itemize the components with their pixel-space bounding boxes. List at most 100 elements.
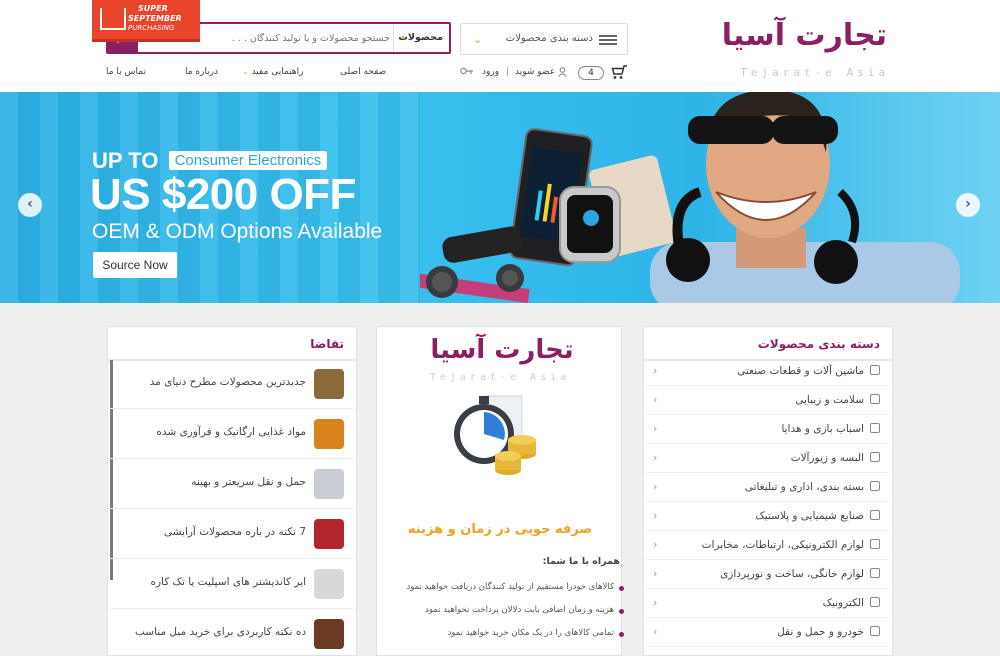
watch-thumbnail — [314, 369, 344, 399]
chevron-left-icon: ‹ — [653, 422, 658, 435]
nav-contact-link[interactable]: تماس با ما — [106, 67, 146, 77]
source-now-button[interactable]: Source Now — [93, 252, 177, 278]
category-select-label: دسته بندی محصولات — [505, 33, 593, 44]
banner-headline: US $200 OFF — [90, 170, 356, 219]
search-filter-dropdown[interactable]: محصولات ⌄ — [393, 24, 449, 52]
nav-guide-link[interactable]: راهنمایی مفید ⌄ — [242, 67, 304, 77]
chevron-down-icon: ⌄ — [473, 33, 483, 46]
van-thumbnail — [314, 469, 344, 499]
request-item[interactable]: جدیدترین محصولات مطرح دنیای مد — [110, 359, 354, 409]
category-item[interactable]: بسته بندی، اداری و تبلیغاتی ‹ — [645, 473, 890, 502]
request-label: مواد غذایی ارگانیک و فرآوری شده — [156, 426, 306, 438]
category-label: الکترونیک — [822, 597, 864, 609]
promo-headline: صرفه جویی در زمان و هزینه — [407, 522, 593, 537]
appliance-icon — [870, 568, 880, 578]
request-label: حمل و نقل سریعتر و بهینه — [191, 476, 306, 488]
cart-button[interactable]: 4 — [578, 64, 628, 82]
request-label: جدیدترین محصولات مطرح دنیای مد — [149, 376, 306, 388]
request-item[interactable]: مواد غذایی ارگانیک و فرآوری شده — [110, 409, 354, 459]
request-item[interactable]: حمل و نقل سریعتر و بهینه — [110, 459, 354, 509]
category-item[interactable]: خودرو و حمل و نقل ‹ — [645, 618, 890, 647]
package-icon — [870, 481, 880, 491]
divider: | — [506, 67, 510, 77]
category-label: لوازم خانگی، ساخت و نورپردازی — [720, 568, 864, 580]
key-icon — [460, 67, 474, 78]
category-item[interactable]: اسباب بازی و هدایا ‹ — [645, 415, 890, 444]
sofa-thumbnail — [314, 619, 344, 649]
category-item[interactable]: لوازم خانگی، ساخت و نورپردازی ‹ — [645, 560, 890, 589]
category-label: صنایع شیمیایی و پلاستیک — [755, 510, 864, 522]
promo-bullet: تمامی کالاهای را در یک مکان خرید خواهید … — [447, 628, 624, 638]
category-label: اسباب بازی و هدایا — [781, 423, 864, 435]
nav-about-link[interactable]: درباره ما — [185, 67, 218, 77]
request-item[interactable]: ده نکته کاربردی برای خرید مبل مناسب — [110, 609, 354, 656]
cart-count-badge: 4 — [578, 66, 604, 80]
banner-next-button[interactable]: › — [956, 193, 980, 217]
promo-subtitle: همراه با ما شما: — [542, 556, 620, 567]
request-item[interactable]: ایر کاندیشنر های اسپلیت یا تک کاره — [110, 559, 354, 609]
promo-badge: SUPER SEPTEMBER PURCHASING — [92, 0, 200, 42]
chevron-down-icon: ⌄ — [242, 67, 249, 76]
car-icon — [870, 626, 880, 636]
site-logo[interactable]: تجارت آسیا Tejarat-e Asia — [690, 18, 895, 84]
machinery-icon — [870, 365, 880, 375]
logo-text-en: Tejarat-e Asia — [740, 66, 889, 79]
banner-subline: OEM & ODM Options Available — [92, 220, 383, 243]
banner-category-pill: Consumer Electronics — [168, 151, 328, 170]
login-link[interactable]: ورود — [482, 67, 499, 77]
requests-title: تقاضا — [310, 337, 344, 351]
chevron-left-icon: ‹ — [653, 538, 658, 551]
promo-bullet: هزینه و زمان اضافی بابت دلالان پرداخت نخ… — [425, 605, 624, 615]
promo-logo-en: Tejarat-e Asia — [429, 372, 571, 383]
category-item[interactable]: لوازم الکترونیکی، ارتباطات، مخابرات ‹ — [645, 531, 890, 560]
monitor-icon — [870, 597, 880, 607]
category-label: لوازم الکترونیکی، ارتباطات، مخابرات — [701, 539, 864, 551]
user-icon — [558, 67, 567, 80]
menu-icon — [599, 35, 617, 45]
category-label: البسه و زیورآلات — [790, 452, 864, 464]
chevron-left-icon: ‹ — [653, 393, 658, 406]
banner-prev-button[interactable]: ‹ — [18, 193, 42, 217]
air-conditioner-thumbnail — [314, 569, 344, 599]
category-label: خودرو و حمل و نقل — [777, 626, 864, 638]
stopwatch-coins-illustration — [454, 395, 536, 475]
chevron-left-icon: ‹ — [653, 625, 658, 638]
heart-icon — [870, 539, 880, 549]
flask-icon — [870, 452, 880, 462]
chemical-icon — [870, 510, 880, 520]
badge-line3: PURCHASING — [128, 24, 175, 32]
chevron-left-icon: ‹ — [653, 451, 658, 464]
category-item[interactable]: البسه و زیورآلات ‹ — [645, 444, 890, 473]
request-item[interactable]: 7 نکته در باره محصولات آرایشی — [110, 509, 354, 559]
request-label: 7 نکته در باره محصولات آرایشی — [163, 526, 306, 538]
badge-line2: SEPTEMBER — [128, 14, 182, 23]
promo-logo-fa: تجارت آسیا — [430, 335, 574, 365]
category-item[interactable]: ماشین آلات و قطعات صنعتی ‹ — [645, 357, 890, 386]
category-item[interactable]: صنایع شیمیایی و پلاستیک ‹ — [645, 502, 890, 531]
register-link[interactable]: عضو شوید — [515, 67, 555, 77]
cart-icon — [611, 65, 627, 79]
category-select[interactable]: دسته بندی محصولات ⌄ — [460, 23, 628, 55]
chevron-left-icon: ‹ — [653, 567, 658, 580]
chevron-left-icon: ‹ — [653, 480, 658, 493]
category-label: سلامت و زیبایی — [795, 394, 864, 406]
food-thumbnail — [314, 419, 344, 449]
logo-text-fa: تجارت آسیا — [721, 18, 887, 53]
category-label: بسته بندی، اداری و تبلیغاتی — [744, 481, 864, 493]
badge-line1: SUPER — [138, 4, 168, 13]
banner-model-image — [650, 92, 960, 303]
chevron-left-icon: ‹ — [653, 596, 658, 609]
lock-icon — [870, 394, 880, 404]
cosmetics-thumbnail — [314, 519, 344, 549]
chevron-down-icon: ⌄ — [398, 31, 407, 42]
chevron-left-icon: ‹ — [653, 364, 658, 377]
category-item[interactable]: الکترونیک ‹ — [645, 589, 890, 618]
nav-guide-label: راهنمایی مفید — [251, 67, 304, 77]
request-label: ده نکته کاربردی برای خرید مبل مناسب — [134, 626, 306, 638]
promo-bullet: کالاهای خودرا مستقیم از تولید کنندگان در… — [406, 582, 624, 592]
request-label: ایر کاندیشنر های اسپلیت یا تک کاره — [150, 576, 306, 588]
nav-home-link[interactable]: صفحه اصلی — [340, 67, 386, 77]
container-ship-icon — [100, 8, 126, 30]
gift-icon — [870, 423, 880, 433]
category-item[interactable]: سلامت و زیبایی ‹ — [645, 386, 890, 415]
